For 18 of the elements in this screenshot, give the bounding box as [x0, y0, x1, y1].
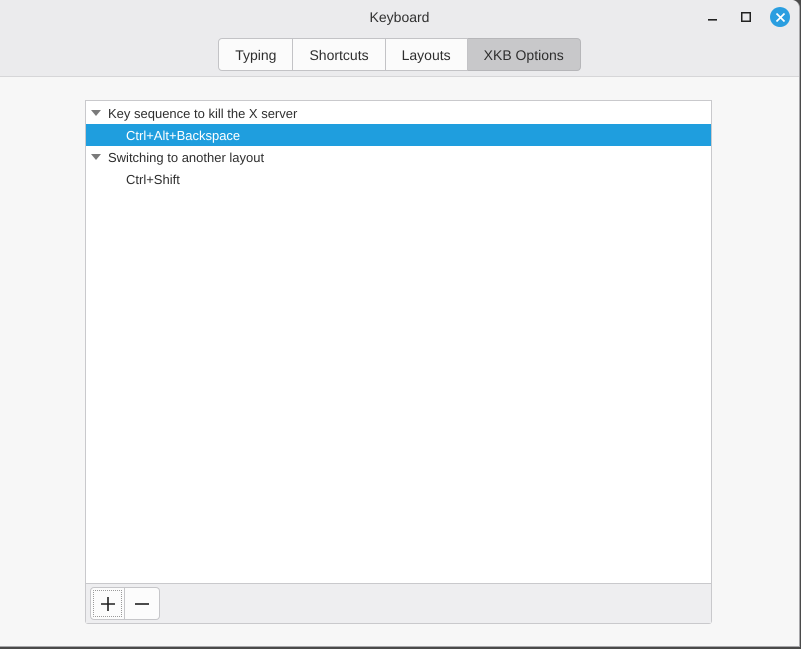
option-row[interactable]: Ctrl+Shift [86, 168, 711, 190]
close-icon [776, 12, 784, 22]
tab[interactable]: Typing [218, 38, 294, 71]
expander-icon[interactable] [91, 152, 101, 162]
plus-icon [100, 596, 114, 610]
tab[interactable]: XKB Options [468, 38, 581, 71]
close-button[interactable] [770, 7, 790, 27]
tab[interactable]: Shortcuts [293, 38, 386, 71]
add-button[interactable] [90, 587, 125, 620]
tab[interactable]: Layouts [386, 38, 468, 71]
category-row[interactable]: Switching to another layout [86, 146, 711, 168]
minus-icon [135, 602, 149, 604]
expander-icon[interactable] [91, 108, 101, 118]
minimize-icon [708, 19, 716, 21]
remove-button[interactable] [125, 587, 160, 620]
maximize-icon [741, 12, 751, 22]
window-title: Keyboard [370, 9, 430, 25]
category-row[interactable]: Key sequence to kill the X server [86, 102, 711, 124]
